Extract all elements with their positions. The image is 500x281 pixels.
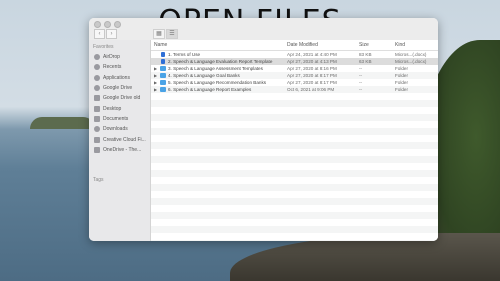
forward-button[interactable]: › — [106, 29, 117, 39]
sidebar-item[interactable]: Recents — [89, 62, 150, 72]
sidebar-favorites-heading: Favorites — [93, 44, 114, 50]
folder-icon — [160, 87, 166, 92]
file-size: -- — [359, 72, 363, 78]
file-name: 4. Speech & Language Goal Banks — [168, 72, 240, 78]
sidebar-item[interactable]: Applications — [89, 73, 150, 83]
file-date: Apr 27, 2020 at 8:17 PM — [287, 79, 337, 85]
folder-icon — [94, 146, 100, 153]
column-size-header[interactable]: Size — [359, 42, 369, 48]
file-row[interactable]: ▶ 4. Speech & Language Goal Banks Apr 27, … — [151, 72, 438, 79]
sidebar-item-label: Creative Cloud Fi... — [103, 136, 146, 143]
file-row[interactable]: 2. Speech & Language Evaluation Report T… — [151, 58, 438, 65]
folder-icon — [94, 95, 100, 102]
icon-view-icon[interactable]: ▦ — [153, 29, 165, 39]
file-kind: Micros...(.docx) — [395, 58, 427, 64]
desktop-icon — [94, 105, 100, 112]
navigation-buttons: ‹ › — [94, 29, 117, 39]
sidebar: Favorites AirDrop Recents Applications Goog… — [89, 40, 151, 241]
file-date: Apr 24, 2021 at 4:40 PM — [287, 51, 337, 57]
sidebar-item[interactable]: OneDrive - The... — [89, 145, 150, 155]
sidebar-item-label: Recents — [103, 64, 122, 71]
file-rows: 1. Terms of Use Apr 24, 2021 at 4:40 PM 83… — [151, 51, 438, 241]
folder-icon — [160, 80, 166, 85]
file-kind: Folder — [395, 79, 409, 85]
window-toolbar: ‹ › ▦ ☰ — [89, 18, 438, 41]
column-name-header[interactable]: Name — [154, 42, 167, 48]
sidebar-item-label: OneDrive - The... — [103, 146, 142, 153]
sidebar-item-label: Documents — [103, 115, 129, 122]
sidebar-item-label: Google Drive — [103, 85, 133, 92]
file-name: 6. Speech & Language Report Examples — [168, 86, 252, 92]
disclosure-triangle-icon[interactable]: ▶ — [154, 87, 157, 92]
sidebar-item[interactable]: Creative Cloud Fi... — [89, 134, 150, 144]
document-icon — [94, 115, 100, 122]
column-header: Name Date Modified Size Kind — [151, 40, 438, 51]
sidebar-item[interactable]: Google Drive old — [89, 93, 150, 103]
sidebar-item[interactable]: Desktop — [89, 103, 150, 113]
sidebar-item[interactable]: Downloads — [89, 124, 150, 134]
file-row[interactable]: 1. Terms of Use Apr 24, 2021 at 4:40 PM 83… — [151, 51, 438, 58]
file-date: Apr 27, 2020 at 8:17 PM — [287, 72, 337, 78]
file-name: 3. Speech & Language Assessment Template… — [168, 65, 263, 71]
back-button[interactable]: ‹ — [94, 29, 105, 39]
folder-icon — [160, 73, 166, 78]
sidebar-list: AirDrop Recents Applications Google Drive Go… — [89, 52, 150, 155]
file-row[interactable]: ▶ 6. Speech & Language Report Examples Oct… — [151, 86, 438, 93]
file-size: -- — [359, 86, 363, 92]
column-date-header[interactable]: Date Modified — [287, 42, 318, 48]
list-view-icon[interactable]: ☰ — [166, 29, 178, 39]
file-size: 83 KB — [359, 51, 372, 57]
finder-window[interactable]: ‹ › ▦ ☰ Favorites AirDrop Recents Applicat… — [89, 18, 438, 241]
wallpaper-island — [30, 117, 95, 129]
file-name: 1. Terms of Use — [168, 51, 201, 57]
file-kind: Micros...(.docx) — [395, 51, 427, 57]
file-kind: Folder — [395, 72, 409, 78]
disclosure-triangle-icon[interactable]: ▶ — [154, 73, 157, 78]
applications-icon — [94, 74, 100, 81]
zoom-window-button[interactable] — [114, 21, 121, 28]
cloud-icon — [94, 85, 100, 92]
airdrop-icon — [94, 54, 100, 61]
window-controls — [94, 21, 121, 28]
disclosure-triangle-icon[interactable]: ▶ — [154, 66, 157, 71]
column-kind-header[interactable]: Kind — [395, 42, 405, 48]
file-list-pane: Name Date Modified Size Kind 1. Terms of… — [151, 40, 438, 241]
file-size: -- — [359, 65, 363, 71]
file-kind: Folder — [395, 86, 409, 92]
sidebar-item[interactable]: Google Drive — [89, 83, 150, 93]
file-size: 63 KB — [359, 58, 372, 64]
sidebar-tags-heading: Tags — [93, 177, 104, 183]
file-row[interactable]: ▶ 5. Speech & Language Recommendation Ban… — [151, 79, 438, 86]
sidebar-item-label: AirDrop — [103, 54, 120, 61]
file-date: Apr 27, 2020 at 4:13 PM — [287, 58, 337, 64]
minimize-window-button[interactable] — [104, 21, 111, 28]
sidebar-item-label: Downloads — [103, 126, 128, 133]
sidebar-item-label: Desktop — [103, 105, 122, 112]
file-kind: Folder — [395, 65, 409, 71]
file-row[interactable]: ▶ 3. Speech & Language Assessment Templat… — [151, 65, 438, 72]
sidebar-item-label: Applications — [103, 74, 130, 81]
sidebar-item[interactable]: Documents — [89, 114, 150, 124]
sidebar-item[interactable]: AirDrop — [89, 52, 150, 62]
file-name: 5. Speech & Language Recommendation Bank… — [168, 79, 267, 85]
disclosure-triangle-icon[interactable]: ▶ — [154, 80, 157, 85]
file-size: -- — [359, 79, 363, 85]
word-document-icon — [161, 52, 165, 57]
download-icon — [94, 126, 100, 133]
file-date: Oct 6, 2021 at 9:06 PM — [287, 86, 335, 92]
folder-icon — [160, 66, 166, 71]
clock-icon — [94, 64, 100, 71]
folder-icon — [94, 136, 100, 143]
sidebar-item-label: Google Drive old — [103, 95, 141, 102]
file-date: Apr 27, 2020 at 8:16 PM — [287, 65, 337, 71]
view-mode-buttons: ▦ ☰ — [153, 29, 178, 39]
word-document-icon — [161, 59, 165, 64]
close-window-button[interactable] — [94, 21, 101, 28]
file-name: 2. Speech & Language Evaluation Report T… — [168, 58, 273, 64]
